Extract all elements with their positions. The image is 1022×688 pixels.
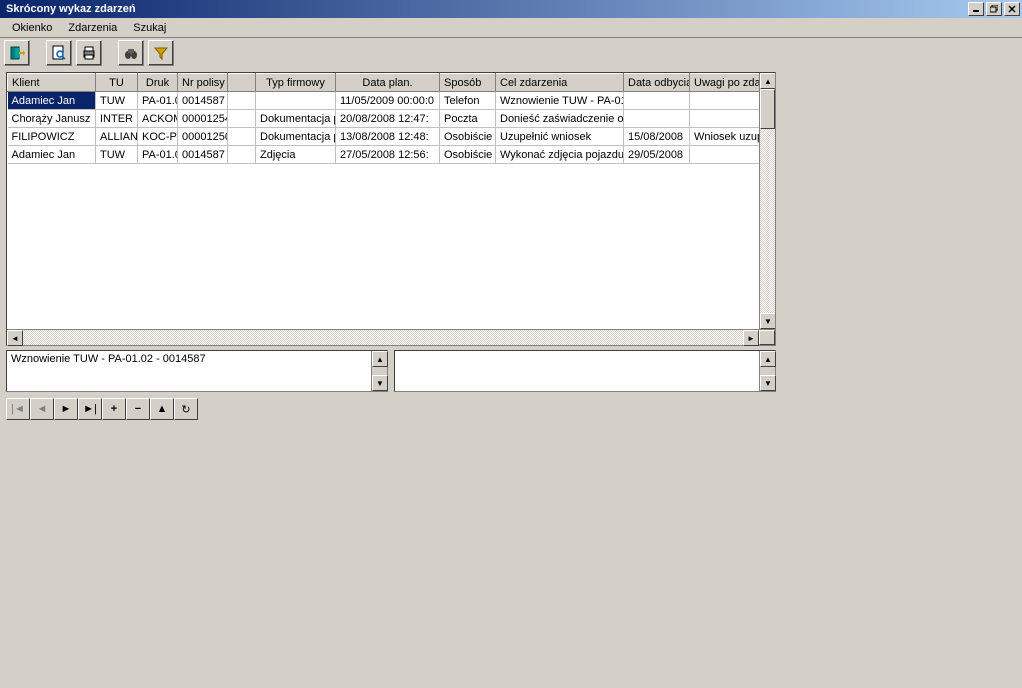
cell-sposob[interactable]: Osobiście bbox=[440, 128, 496, 146]
cell-data[interactable]: 20/08/2008 12:47: bbox=[336, 110, 440, 128]
cell-tu[interactable]: TUW bbox=[96, 92, 138, 110]
cell-tu[interactable]: ALLIAN bbox=[96, 128, 138, 146]
cell-typ[interactable]: Dokumentacja p bbox=[256, 128, 336, 146]
exit-icon bbox=[9, 45, 25, 61]
cell-klient[interactable]: FILIPOWICZ bbox=[8, 128, 96, 146]
preview-icon bbox=[51, 45, 67, 61]
column-header[interactable]: Data plan. bbox=[336, 74, 440, 92]
cell-typ[interactable]: Zdjęcia bbox=[256, 146, 336, 164]
preview-button[interactable] bbox=[46, 40, 72, 66]
window-title: Skrócony wykaz zdarzeń bbox=[2, 3, 966, 15]
scroll-thumb[interactable] bbox=[760, 89, 775, 129]
detail-right-textbox[interactable]: ▲ ▼ bbox=[394, 350, 776, 392]
cell-blank[interactable] bbox=[228, 92, 256, 110]
column-header[interactable]: Typ firmowy bbox=[256, 74, 336, 92]
binoculars-icon bbox=[123, 45, 139, 61]
table-row[interactable]: Chorąży JanuszINTER IACKOM00001254 Dokume… bbox=[8, 110, 776, 128]
cell-druk[interactable]: ACKOM bbox=[138, 110, 178, 128]
nav-add-button[interactable]: + bbox=[102, 398, 126, 420]
cell-sposob[interactable]: Osobiście bbox=[440, 146, 496, 164]
scroll-down-icon[interactable]: ▼ bbox=[760, 375, 776, 391]
column-header[interactable]: Druk bbox=[138, 74, 178, 92]
cell-tu[interactable]: INTER I bbox=[96, 110, 138, 128]
titlebar: Skrócony wykaz zdarzeń bbox=[0, 0, 1022, 18]
cell-blank[interactable] bbox=[228, 146, 256, 164]
scroll-up-button[interactable]: ▲ bbox=[760, 73, 775, 89]
detail-left-textbox[interactable]: Wznowienie TUW - PA-01.02 - 0014587 ▲ ▼ bbox=[6, 350, 388, 392]
table-row[interactable]: Adamiec JanTUWPA-01.00014587 Zdjęcia27/05… bbox=[8, 146, 776, 164]
column-header[interactable]: Cel zdarzenia bbox=[496, 74, 624, 92]
cell-nr[interactable]: 0014587 bbox=[178, 92, 228, 110]
scroll-left-button[interactable]: ◄ bbox=[7, 330, 23, 346]
cell-sposob[interactable]: Poczta bbox=[440, 110, 496, 128]
filter-button[interactable] bbox=[148, 40, 174, 66]
cell-cel[interactable]: Donieść zaświadczenie o bbox=[496, 110, 624, 128]
cell-sposob[interactable]: Telefon bbox=[440, 92, 496, 110]
cell-cel[interactable]: Uzupełnić wniosek bbox=[496, 128, 624, 146]
cell-odbycia[interactable] bbox=[624, 92, 690, 110]
print-button[interactable] bbox=[76, 40, 102, 66]
cell-odbycia[interactable]: 29/05/2008 bbox=[624, 146, 690, 164]
nav-delete-button[interactable]: − bbox=[126, 398, 150, 420]
scroll-right-button[interactable]: ► bbox=[743, 330, 759, 346]
cell-typ[interactable] bbox=[256, 92, 336, 110]
nav-first-button[interactable]: |◄ bbox=[6, 398, 30, 420]
filter-icon bbox=[153, 45, 169, 61]
minimize-button[interactable] bbox=[968, 2, 984, 16]
cell-druk[interactable]: PA-01.0 bbox=[138, 146, 178, 164]
scroll-down-icon[interactable]: ▼ bbox=[372, 375, 388, 391]
cell-druk[interactable]: PA-01.0 bbox=[138, 92, 178, 110]
menu-okienko[interactable]: Okienko bbox=[4, 20, 60, 36]
nav-edit-button[interactable]: ▲ bbox=[150, 398, 174, 420]
scroll-down-button[interactable]: ▼ bbox=[760, 313, 775, 329]
print-icon bbox=[81, 45, 97, 61]
horizontal-scrollbar[interactable]: ◄ ► bbox=[7, 329, 775, 345]
cell-druk[interactable]: KOC-P0 bbox=[138, 128, 178, 146]
cell-blank[interactable] bbox=[228, 110, 256, 128]
cell-klient[interactable]: Adamiec Jan bbox=[8, 92, 96, 110]
detail-left-text: Wznowienie TUW - PA-01.02 - 0014587 bbox=[11, 353, 206, 365]
cell-nr[interactable]: 0014587 bbox=[178, 146, 228, 164]
cell-data[interactable]: 27/05/2008 12:56: bbox=[336, 146, 440, 164]
record-navigator: |◄ ◄ ► ►| + − ▲ ↻ bbox=[6, 398, 1016, 420]
cell-klient[interactable]: Adamiec Jan bbox=[8, 146, 96, 164]
menu-szukaj[interactable]: Szukaj bbox=[125, 20, 174, 36]
nav-last-button[interactable]: ►| bbox=[78, 398, 102, 420]
menubar: Okienko Zdarzenia Szukaj bbox=[0, 18, 1022, 38]
column-header[interactable]: Klient bbox=[8, 74, 96, 92]
scroll-up-icon[interactable]: ▲ bbox=[372, 351, 388, 367]
cell-klient[interactable]: Chorąży Janusz bbox=[8, 110, 96, 128]
exit-button[interactable] bbox=[4, 40, 30, 66]
cell-odbycia[interactable] bbox=[624, 110, 690, 128]
find-button[interactable] bbox=[118, 40, 144, 66]
cell-cel[interactable]: Wykonać zdjęcia pojazdu bbox=[496, 146, 624, 164]
column-header[interactable] bbox=[228, 74, 256, 92]
cell-nr[interactable]: 00001254 bbox=[178, 110, 228, 128]
column-header[interactable]: Sposób bbox=[440, 74, 496, 92]
cell-data[interactable]: 13/08/2008 12:48: bbox=[336, 128, 440, 146]
cell-data[interactable]: 11/05/2009 00:00:0 bbox=[336, 92, 440, 110]
cell-blank[interactable] bbox=[228, 128, 256, 146]
column-header[interactable]: TU bbox=[96, 74, 138, 92]
menu-zdarzenia[interactable]: Zdarzenia bbox=[60, 20, 125, 36]
cell-tu[interactable]: TUW bbox=[96, 146, 138, 164]
column-header[interactable]: Data odbycia bbox=[624, 74, 690, 92]
nav-refresh-button[interactable]: ↻ bbox=[174, 398, 198, 420]
cell-typ[interactable]: Dokumentacja p bbox=[256, 110, 336, 128]
toolbar bbox=[0, 38, 1022, 68]
table-row[interactable]: Adamiec JanTUWPA-01.00014587 11/05/2009 0… bbox=[8, 92, 776, 110]
cell-odbycia[interactable]: 15/08/2008 bbox=[624, 128, 690, 146]
scroll-up-icon[interactable]: ▲ bbox=[760, 351, 776, 367]
vertical-scrollbar[interactable]: ▲ ▼ bbox=[759, 73, 775, 329]
cell-cel[interactable]: Wznowienie TUW - PA-01 bbox=[496, 92, 624, 110]
nav-prev-button[interactable]: ◄ bbox=[30, 398, 54, 420]
restore-button[interactable] bbox=[986, 2, 1002, 16]
column-header[interactable]: Nr polisy bbox=[178, 74, 228, 92]
close-button[interactable] bbox=[1004, 2, 1020, 16]
nav-next-button[interactable]: ► bbox=[54, 398, 78, 420]
events-grid[interactable]: KlientTUDrukNr polisy Typ firmowyData pla… bbox=[6, 72, 776, 346]
cell-nr[interactable]: 00001250 bbox=[178, 128, 228, 146]
table-row[interactable]: FILIPOWICZALLIANKOC-P000001250 Dokumentac… bbox=[8, 128, 776, 146]
